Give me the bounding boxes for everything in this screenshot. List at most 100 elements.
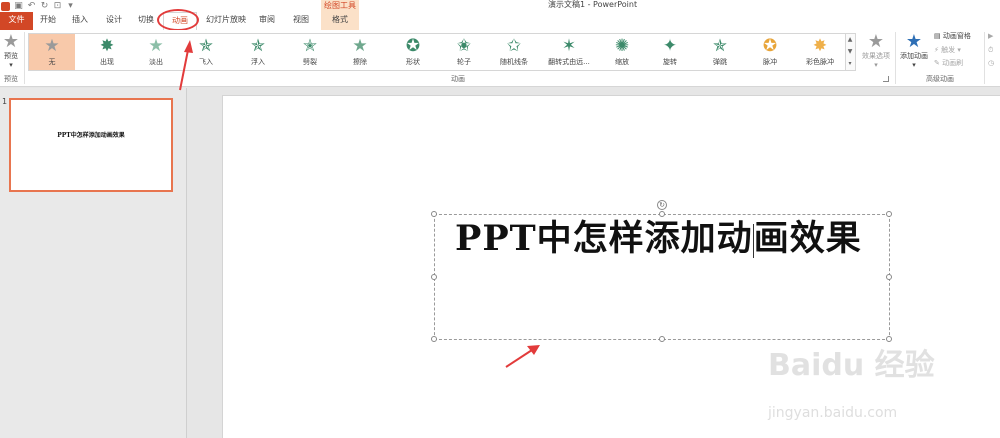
save-icon[interactable]: ▣ [14,1,23,11]
animation-pane-button[interactable]: ▤ 动画窗格 [934,31,971,42]
tab-format[interactable]: 格式 [321,12,359,30]
tab-slide-show[interactable]: 幻灯片放映 [201,12,251,30]
animation-label: 轮子 [457,58,471,66]
tab-view[interactable]: 视图 [286,12,316,30]
resize-handle[interactable] [886,274,892,280]
animation-swivel[interactable]: ✦ 旋转 [647,34,693,70]
star-bounce-icon: ✯ [712,36,728,56]
animation-label: 缩放 [615,58,629,66]
group-label-advanced: 高级动画 [926,75,954,83]
animation-label: 擦除 [353,58,367,66]
undo-icon[interactable]: ↶ [27,1,36,11]
ribbon: ★ 预览 ▾ 预览 ★ 无 ✸ 出现 ★ 淡出 ✯ 飞入 ✯ 浮入 ✭ 劈裂 ★… [0,30,1000,87]
animation-painter-icon: ✎ [934,59,940,67]
animation-split[interactable]: ✭ 劈裂 [287,34,333,70]
tab-file[interactable]: 文件 [0,12,33,30]
animation-label: 脉冲 [763,58,777,66]
animation-pane-icon: ▤ [934,32,941,40]
group-separator [984,32,985,84]
animation-label: 翻转式由远... [548,58,590,66]
animation-wipe[interactable]: ★ 擦除 [337,34,383,70]
title-textbox[interactable]: ↻ PPT中怎样添加动画效果 [431,200,892,342]
animation-label: 出现 [100,58,114,66]
animation-label: 彩色脉冲 [806,58,834,66]
drawing-tools-header: 绘图工具 [321,0,359,12]
animation-label: 飞入 [199,58,213,66]
star-grow-turn-icon: ✶ [561,36,577,56]
animation-fade[interactable]: ★ 淡出 [133,34,179,70]
resize-handle[interactable] [659,336,665,342]
trigger-button[interactable]: ⚡ 触发 ▾ [934,45,961,56]
redo-icon[interactable]: ↻ [40,1,49,11]
preview-dropdown-icon: ▾ [9,61,13,69]
star-split-icon: ✭ [302,36,318,56]
title-bar: ▣ ↶ ↻ ⊡ ▾ 绘图工具 演示文稿1 - PowerPoint [0,0,1000,12]
tab-design[interactable]: 设计 [99,12,129,30]
effect-options-icon: ★ [867,31,885,52]
annotation-circle [157,9,199,31]
gallery-more-icon[interactable]: ▾ [846,58,854,70]
animation-appear[interactable]: ✸ 出现 [84,34,130,70]
trigger-dropdown-icon: ▾ [957,46,961,54]
rotate-handle-icon[interactable]: ↻ [657,200,667,210]
effect-options-button[interactable]: ★ 效果选项 ▾ [858,32,894,70]
animation-wheel[interactable]: ✬ 轮子 [441,34,487,70]
animation-label: 浮入 [251,58,265,66]
gallery-scrollbar: ▲ ▼ ▾ [846,33,856,71]
animation-random-bars[interactable]: ✩ 随机线条 [491,34,537,70]
animation-fly-in[interactable]: ✯ 飞入 [183,34,229,70]
animation-pulse[interactable]: ✪ 脉冲 [747,34,793,70]
add-animation-button[interactable]: ★ 添加动画 ▾ [897,32,931,70]
tab-review[interactable]: 审阅 [253,12,281,30]
gallery-scroll-down-icon[interactable]: ▼ [846,46,854,58]
timing-duration-icon[interactable]: ⏱ [988,45,993,56]
start-from-beginning-icon[interactable]: ⊡ [53,1,62,11]
tab-insert[interactable]: 插入 [65,12,95,30]
animation-label: 旋转 [663,58,677,66]
animation-zoom[interactable]: ✺ 缩放 [599,34,645,70]
resize-handle[interactable] [431,274,437,280]
animation-color-pulse[interactable]: ✸ 彩色脉冲 [797,34,843,70]
gallery-scroll-up-icon[interactable]: ▲ [846,34,854,46]
trigger-label: 触发 [941,46,956,54]
window-title: 演示文稿1 - PowerPoint [548,0,638,9]
quick-access-toolbar: ▣ ↶ ↻ ⊡ ▾ [0,0,75,12]
animation-label: 弹跳 [713,58,727,66]
timing-delay-icon[interactable]: ◷ [988,58,994,69]
animation-label: 形状 [406,58,420,66]
animation-grow-turn[interactable]: ✶ 翻转式由远... [541,34,597,70]
slide-thumbnail[interactable]: PPT中怎样添加动画效果 [9,98,173,192]
animation-bounce[interactable]: ✯ 弹跳 [697,34,743,70]
slide-canvas[interactable]: ↻ PPT中怎样添加动画效果 [222,95,1000,438]
text-cursor [752,223,754,258]
star-swivel-icon: ✦ [662,36,678,56]
preview-star-icon: ★ [2,31,20,52]
resize-handle[interactable] [431,211,437,217]
powerpoint-window: ▣ ↶ ↻ ⊡ ▾ 绘图工具 演示文稿1 - PowerPoint 文件 开始 … [0,0,1000,438]
tab-home[interactable]: 开始 [33,12,63,30]
star-fly-in-icon: ✯ [198,36,214,56]
powerpoint-logo-icon [1,1,10,11]
animation-painter-button[interactable]: ✎ 动画刷 [934,58,963,69]
animation-none[interactable]: ★ 无 [29,34,75,70]
animation-pane-label: 动画窗格 [942,32,971,40]
add-animation-star-icon: ★ [905,31,923,52]
add-animation-label: 添加动画 [900,52,928,60]
slide-title-text[interactable]: PPT中怎样添加动画效果 [455,215,862,263]
customize-qat-icon[interactable]: ▾ [66,1,75,11]
preview-button-label: 预览 [4,52,18,60]
resize-handle[interactable] [886,211,892,217]
star-shape-icon: ✪ [405,36,421,56]
preview-button[interactable]: ★ 预览 ▾ [0,32,22,70]
animation-shape[interactable]: ✪ 形状 [390,34,436,70]
animation-gallery: ★ 无 ✸ 出现 ★ 淡出 ✯ 飞入 ✯ 浮入 ✭ 劈裂 ★ 擦除 ✪ 形状 ✬… [28,33,846,71]
animation-label: 劈裂 [303,58,317,66]
slides-pane: 1 PPT中怎样添加动画效果 [0,88,187,438]
animation-label: 淡出 [149,58,163,66]
star-float-in-icon: ✯ [250,36,266,56]
group-label-animation: 动画 [451,75,465,83]
animation-float-in[interactable]: ✯ 浮入 [235,34,281,70]
animation-dialog-launcher-icon[interactable] [883,76,889,82]
resize-handle[interactable] [431,336,437,342]
timing-start-icon[interactable]: ▶ [988,31,993,42]
